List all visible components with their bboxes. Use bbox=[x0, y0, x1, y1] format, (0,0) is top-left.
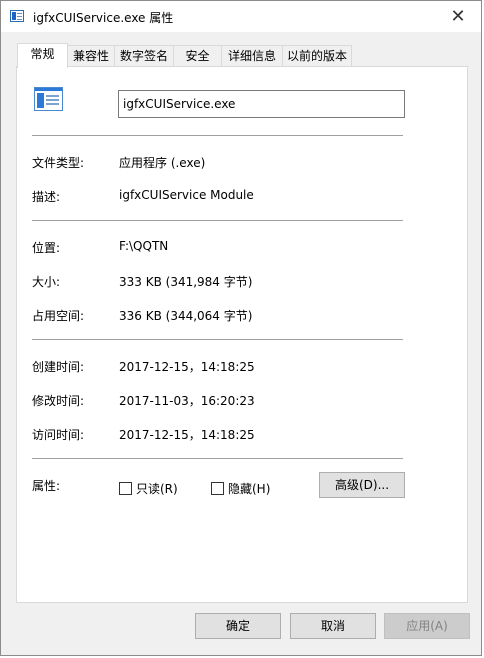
location-label: 位置: bbox=[32, 241, 61, 255]
created-value: 2017-12-15，14:18:25 bbox=[119, 360, 255, 374]
tab-compatibility[interactable]: 兼容性 bbox=[67, 45, 115, 66]
size-on-disk-label: 占用空间: bbox=[32, 309, 85, 323]
accessed-value: 2017-12-15，14:18:25 bbox=[119, 428, 255, 442]
tab-previous-versions[interactable]: 以前的版本 bbox=[282, 45, 352, 66]
file-type-value: 应用程序 (.exe) bbox=[119, 156, 206, 170]
attributes-label: 属性: bbox=[32, 479, 61, 493]
file-name-field[interactable] bbox=[118, 90, 405, 118]
general-tab-panel: 文件类型: 应用程序 (.exe) 描述: igfxCUIService Mod… bbox=[16, 66, 468, 603]
description-label: 描述: bbox=[32, 190, 61, 204]
cancel-button[interactable]: 取消 bbox=[290, 613, 376, 639]
tab-general[interactable]: 常规 bbox=[17, 43, 68, 68]
window-title: igfxCUIService.exe 属性 bbox=[33, 11, 174, 25]
application-file-icon bbox=[34, 87, 63, 111]
checkbox-box[interactable] bbox=[211, 481, 224, 495]
hidden-checkbox-label: 隐藏(H) bbox=[228, 481, 271, 496]
ok-button[interactable]: 确定 bbox=[195, 613, 281, 639]
close-icon[interactable]: ✕ bbox=[435, 1, 481, 32]
separator bbox=[32, 458, 403, 459]
properties-window: igfxCUIService.exe 属性 ✕ 常规 兼容性 数字签名 安全 详… bbox=[0, 0, 482, 656]
file-properties-icon bbox=[10, 10, 24, 22]
description-value: igfxCUIService Module bbox=[119, 188, 254, 202]
file-type-label: 文件类型: bbox=[32, 156, 85, 170]
tab-details[interactable]: 详细信息 bbox=[221, 45, 283, 66]
accessed-label: 访问时间: bbox=[32, 428, 85, 442]
readonly-checkbox[interactable]: 只读(R) bbox=[119, 480, 178, 496]
apply-button[interactable]: 应用(A) bbox=[384, 613, 470, 639]
created-label: 创建时间: bbox=[32, 360, 85, 374]
modified-value: 2017-11-03，16:20:23 bbox=[119, 394, 255, 408]
tab-security[interactable]: 安全 bbox=[173, 45, 222, 66]
location-value: F:\QQTN bbox=[119, 239, 169, 253]
separator bbox=[32, 135, 403, 136]
size-value: 333 KB (341,984 字节) bbox=[119, 275, 253, 289]
checkbox-box[interactable] bbox=[119, 481, 132, 495]
modified-label: 修改时间: bbox=[32, 394, 85, 408]
advanced-button[interactable]: 高级(D)... bbox=[319, 472, 405, 498]
separator bbox=[32, 220, 403, 221]
readonly-checkbox-label: 只读(R) bbox=[136, 481, 178, 496]
tab-digital-signatures[interactable]: 数字签名 bbox=[114, 45, 174, 66]
size-on-disk-value: 336 KB (344,064 字节) bbox=[119, 309, 253, 323]
title-bar: igfxCUIService.exe 属性 ✕ bbox=[1, 1, 481, 32]
size-label: 大小: bbox=[32, 275, 61, 289]
hidden-checkbox[interactable]: 隐藏(H) bbox=[211, 480, 270, 496]
separator bbox=[32, 339, 403, 340]
